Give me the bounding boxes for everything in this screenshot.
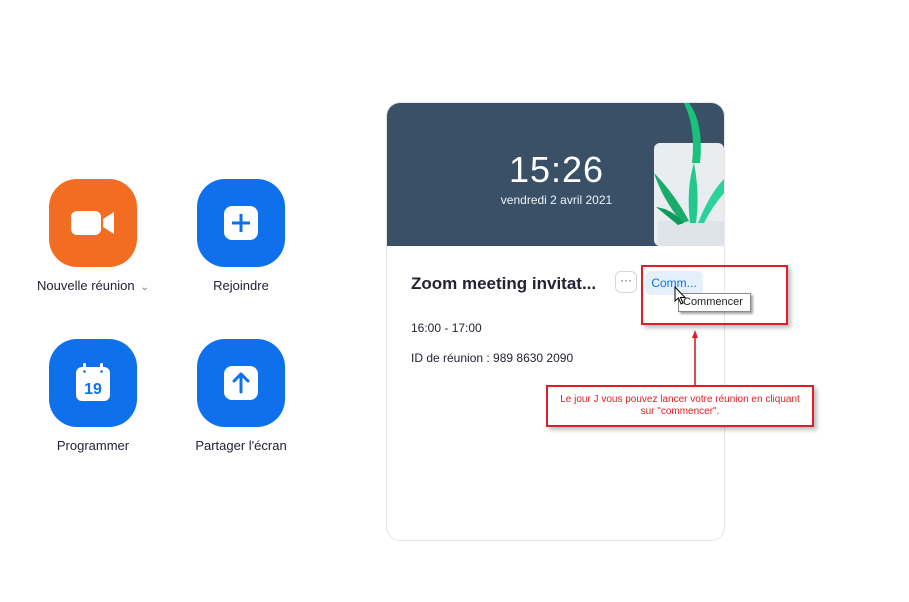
clock-date: vendredi 2 avril 2021 (500, 193, 613, 207)
video-camera-icon (71, 211, 114, 235)
meeting-title[interactable]: Zoom meeting invitat... (411, 274, 596, 294)
new-meeting-button[interactable] (49, 179, 137, 267)
calendar-icon: 19 (76, 363, 110, 401)
meeting-id: ID de réunion : 989 8630 2090 (411, 351, 574, 365)
join-label: Rejoindre (213, 278, 269, 293)
share-screen-tile[interactable]: Partager l'écran (151, 339, 331, 453)
join-button[interactable] (197, 179, 285, 267)
join-tile[interactable]: Rejoindre (151, 179, 331, 293)
card-header: 15:26 vendredi 2 avril 2021 (387, 103, 724, 246)
schedule-button[interactable]: 19 (49, 339, 137, 427)
meeting-time-range: 16:00 - 17:00 (411, 321, 482, 335)
share-screen-button[interactable] (197, 339, 285, 427)
clock-time: 15:26 (508, 149, 605, 190)
arrow-up-icon (224, 366, 258, 400)
plus-icon (224, 206, 258, 240)
start-tooltip: Commencer (678, 293, 751, 312)
annotation-arrow (692, 330, 698, 386)
chevron-down-icon[interactable]: ⌄ (141, 282, 149, 293)
mouse-cursor-icon (674, 286, 687, 305)
annotation-note: Le jour J vous pouvez lancer votre réuni… (546, 385, 814, 427)
calendar-day: 19 (84, 381, 102, 398)
share-screen-label: Partager l'écran (195, 438, 287, 453)
more-options-button[interactable]: ··· (615, 271, 637, 293)
